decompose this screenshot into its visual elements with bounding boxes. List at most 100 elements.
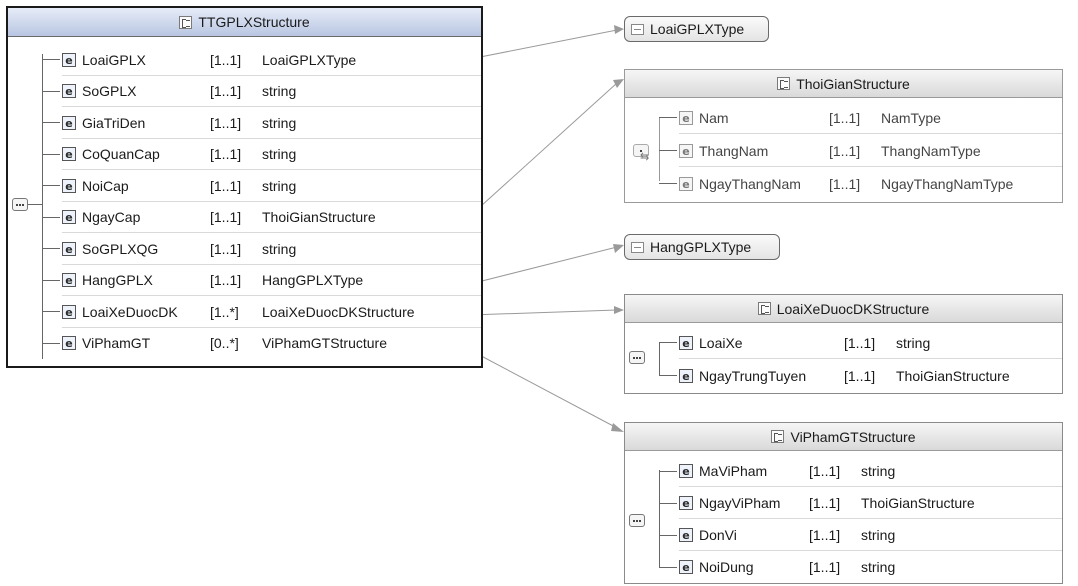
ttgplx-row-loaixeduocdk[interactable]: e LoaiXeDuocDK [1..*] LoaiXeDuocDKStructure bbox=[42, 296, 481, 328]
element-name: GiaTriDen bbox=[82, 114, 146, 131]
tree-branch bbox=[659, 150, 677, 151]
element-cardinality: [1..1] bbox=[829, 142, 861, 159]
ttgplx-row-sogplxqg[interactable]: e SoGPLXQG [1..1] string bbox=[42, 233, 481, 265]
tree-branch bbox=[42, 90, 60, 92]
element-cardinality: [1..1] bbox=[210, 114, 242, 131]
element-type: string bbox=[262, 114, 297, 131]
element-icon: e bbox=[62, 178, 76, 193]
element-type: ViPhamGTStructure bbox=[262, 335, 388, 352]
complex-type-icon bbox=[771, 430, 785, 443]
element-cardinality: [1..1] bbox=[210, 272, 242, 289]
element-name: NoiDung bbox=[699, 559, 754, 575]
loaixe-row-ngaytrungtuyen[interactable]: e NgayTrungTuyen [1..1] ThoiGianStructure bbox=[659, 359, 1062, 392]
ttgplx-header[interactable]: TTGPLXStructure bbox=[8, 8, 481, 37]
ttgplx-structure-box[interactable]: TTGPLXStructure e LoaiGPLX [1..1] LoaiGPLXT… bbox=[6, 6, 483, 368]
link-loaigplx bbox=[469, 29, 618, 60]
element-cardinality: [1..1] bbox=[844, 334, 876, 351]
thoigian-row-thangnam[interactable]: e ThangNam [1..1] ThangNamType bbox=[659, 134, 1062, 167]
element-name: HangGPLX bbox=[82, 272, 153, 289]
vipham-row-ngayvipham[interactable]: e NgayViPham [1..1] ThoiGianStructure bbox=[659, 487, 1062, 519]
thoigian-row-ngaythangnam[interactable]: e NgayThangNam [1..1] NgayThangNamType bbox=[659, 167, 1062, 200]
element-icon: e bbox=[62, 273, 76, 288]
element-icon: e bbox=[62, 336, 76, 351]
element-type: string bbox=[262, 83, 297, 100]
complex-type-icon bbox=[757, 302, 771, 315]
sequence-icon[interactable] bbox=[12, 198, 28, 211]
link-ngaycap bbox=[469, 82, 618, 217]
element-icon: e bbox=[679, 368, 693, 383]
complex-type-icon bbox=[179, 15, 193, 29]
loaixe-row-loaixe[interactable]: e LoaiXe [1..1] string bbox=[659, 326, 1062, 359]
element-type: string bbox=[861, 559, 896, 575]
element-type: ThoiGianStructure bbox=[896, 367, 1010, 384]
element-name: NgayCap bbox=[82, 209, 141, 226]
vipham-row-mavipham[interactable]: e MaViPham [1..1] string bbox=[659, 455, 1062, 487]
element-icon: e bbox=[62, 115, 76, 130]
vipham-row-donvi[interactable]: e DonVi [1..1] string bbox=[659, 519, 1062, 551]
element-cardinality: [1..1] bbox=[809, 463, 841, 479]
element-cardinality: [1..1] bbox=[210, 209, 242, 226]
element-cardinality: [1..1] bbox=[210, 83, 242, 100]
element-cardinality: [1..1] bbox=[809, 495, 841, 511]
element-type: ThoiGianStructure bbox=[262, 209, 376, 226]
element-type: string bbox=[896, 334, 931, 351]
loaigplxtype-title: LoaiGPLXType bbox=[650, 21, 745, 37]
element-name: LoaiXeDuocDK bbox=[82, 303, 178, 320]
ttgplx-row-loaigplx[interactable]: e LoaiGPLX [1..1] LoaiGPLXType bbox=[42, 44, 481, 76]
element-type: string bbox=[262, 240, 297, 257]
choice-icon[interactable]: ⇆ bbox=[633, 144, 649, 163]
element-icon: e bbox=[679, 176, 693, 191]
element-type: string bbox=[262, 177, 297, 194]
tree-branch bbox=[42, 279, 60, 281]
sequence-icon[interactable] bbox=[629, 351, 645, 364]
element-icon: e bbox=[679, 143, 693, 158]
element-icon: e bbox=[62, 52, 76, 67]
element-icon: e bbox=[679, 464, 693, 478]
element-name: ThangNam bbox=[699, 142, 769, 159]
element-icon: e bbox=[62, 241, 76, 256]
element-name: MaViPham bbox=[699, 463, 768, 479]
ttgplx-row-viphamgt[interactable]: e ViPhamGT [0..*] ViPhamGTStructure bbox=[42, 328, 481, 360]
loaigplxtype-box[interactable]: LoaiGPLXType bbox=[624, 16, 769, 42]
element-cardinality: [1..1] bbox=[210, 146, 242, 163]
element-cardinality: [1..1] bbox=[809, 527, 841, 543]
element-cardinality: [1..1] bbox=[210, 51, 242, 68]
ttgplx-row-coquancap[interactable]: e CoQuanCap [1..1] string bbox=[42, 139, 481, 170]
tree-branch bbox=[42, 248, 60, 250]
ttgplx-row-sogplx[interactable]: e SoGPLX [1..1] string bbox=[42, 76, 481, 107]
tree-branch bbox=[659, 375, 677, 376]
ttgplx-row-noicap[interactable]: e NoiCap [1..1] string bbox=[42, 170, 481, 202]
sequence-icon[interactable] bbox=[629, 514, 645, 527]
loaixe-structure-box[interactable]: LoaiXeDuocDKStructure e LoaiXe [1..1] strin… bbox=[624, 294, 1063, 394]
element-icon: e bbox=[679, 496, 693, 510]
element-type: string bbox=[262, 146, 297, 163]
element-name: ViPhamGT bbox=[82, 335, 151, 352]
loaixe-title: LoaiXeDuocDKStructure bbox=[776, 300, 930, 317]
vipham-row-noidung[interactable]: e NoiDung [1..1] string bbox=[659, 551, 1062, 583]
tree-branch bbox=[659, 502, 677, 504]
element-type: LoaiXeDuocDKStructure bbox=[262, 303, 415, 320]
thoigian-row-nam[interactable]: e Nam [1..1] NamType bbox=[659, 101, 1062, 134]
simple-type-icon bbox=[631, 241, 644, 253]
ttgplx-row-ngaycap[interactable]: e NgayCap [1..1] ThoiGianStructure bbox=[42, 202, 481, 233]
tree-branch bbox=[42, 122, 60, 124]
element-name: LoaiGPLX bbox=[82, 51, 146, 68]
hanggplxtype-title: HangGPLXType bbox=[650, 239, 752, 255]
element-type: ThoiGianStructure bbox=[861, 495, 975, 511]
element-cardinality: [0..*] bbox=[210, 335, 239, 352]
loaixe-header[interactable]: LoaiXeDuocDKStructure bbox=[625, 295, 1062, 323]
element-icon: e bbox=[62, 147, 76, 162]
element-icon: e bbox=[679, 110, 693, 125]
hanggplxtype-box[interactable]: HangGPLXType bbox=[624, 234, 780, 260]
element-name: NgayThangNam bbox=[699, 175, 801, 192]
vipham-structure-box[interactable]: ViPhamGTStructure e MaViPham [1..1] string e… bbox=[624, 422, 1063, 584]
element-cardinality: [1..1] bbox=[210, 177, 242, 194]
vipham-header[interactable]: ViPhamGTStructure bbox=[625, 423, 1062, 451]
thoigian-structure-box[interactable]: ThoiGianStructure ⇆ e Nam [1..1] NamType e Th… bbox=[624, 69, 1063, 203]
element-name: NoiCap bbox=[82, 177, 129, 194]
tree-branch bbox=[659, 342, 677, 343]
ttgplx-row-hanggplx[interactable]: e HangGPLX [1..1] HangGPLXType bbox=[42, 265, 481, 296]
tree-branch bbox=[42, 342, 60, 344]
ttgplx-row-giatriden[interactable]: e GiaTriDen [1..1] string bbox=[42, 107, 481, 139]
thoigian-header[interactable]: ThoiGianStructure bbox=[625, 70, 1062, 98]
